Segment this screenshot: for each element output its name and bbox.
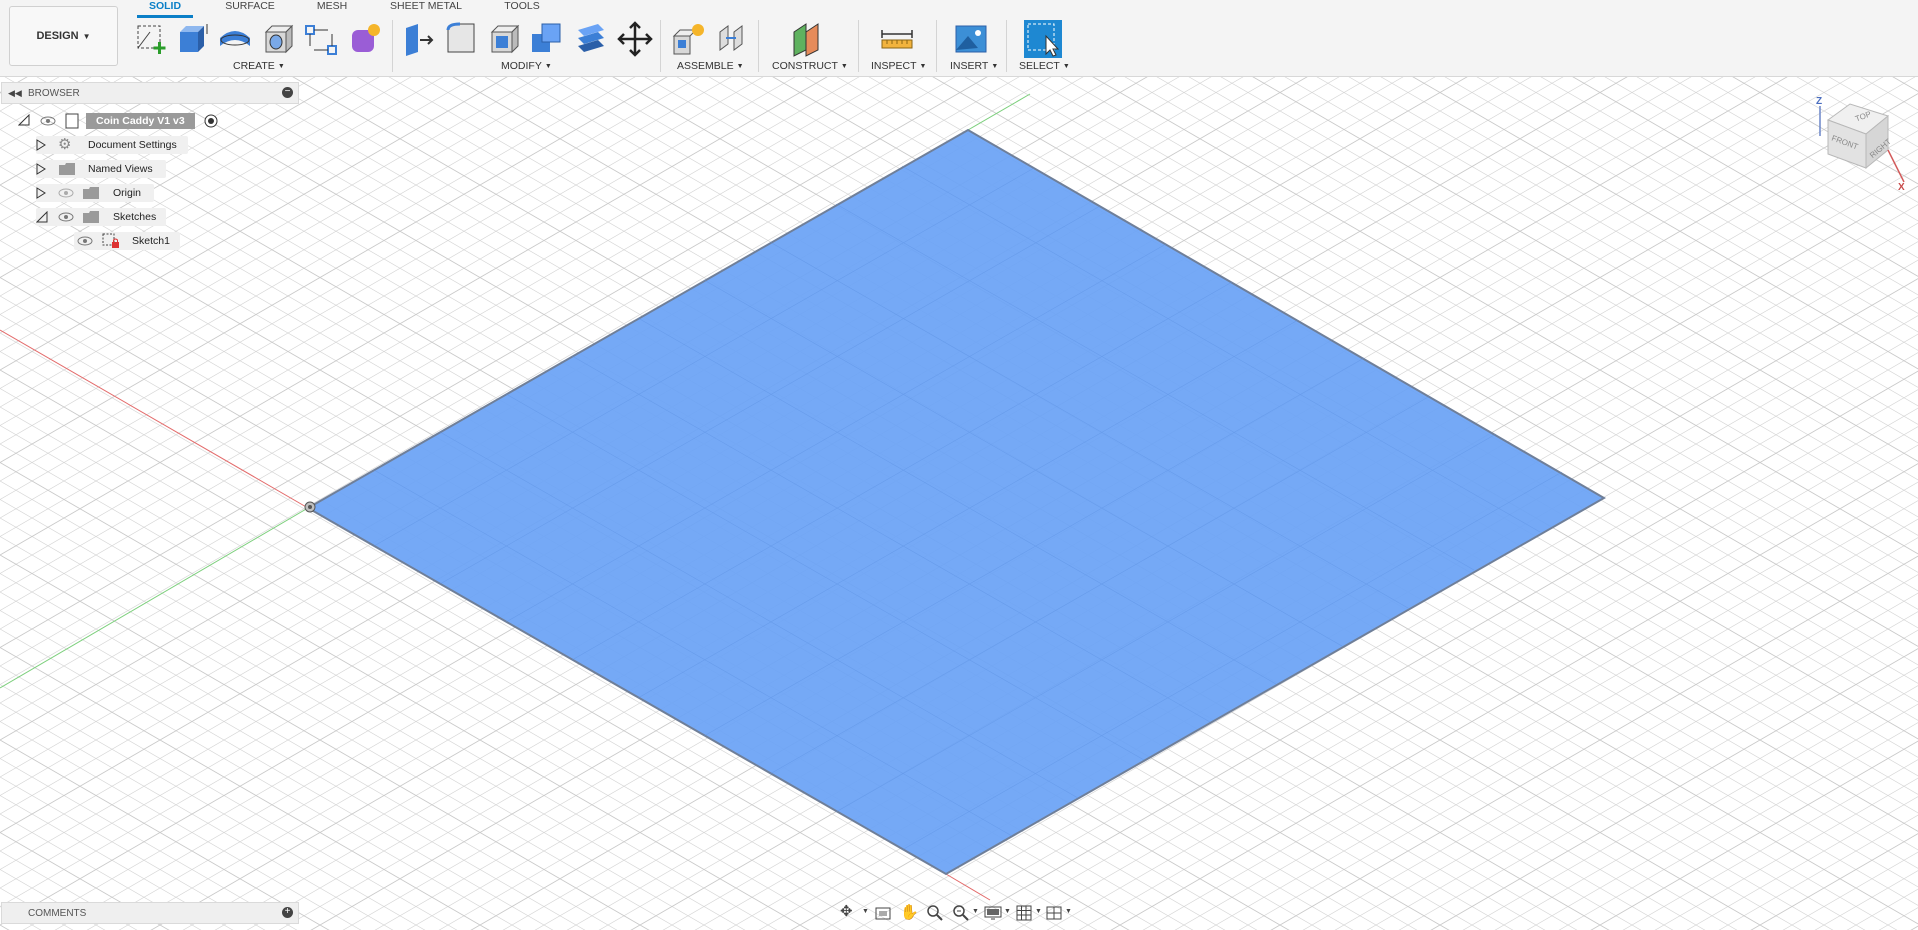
select-menu[interactable]: SELECT ▼ bbox=[1019, 60, 1070, 72]
expand-triangle-icon[interactable] bbox=[36, 163, 46, 178]
active-tab-indicator bbox=[137, 15, 193, 18]
chevron-down-icon[interactable]: ▼ bbox=[862, 908, 869, 915]
tree-item-label: Origin bbox=[113, 187, 142, 199]
axis-x-label: X bbox=[1898, 182, 1905, 193]
insert-menu[interactable]: INSERT ▼ bbox=[950, 60, 998, 72]
chevron-down-icon[interactable]: ▼ bbox=[1004, 908, 1011, 915]
measure-tool[interactable] bbox=[878, 20, 916, 58]
press-pull-tool[interactable] bbox=[400, 20, 438, 58]
minus-circle-icon[interactable]: − bbox=[282, 87, 293, 98]
select-tool[interactable] bbox=[1024, 20, 1062, 58]
origin-point[interactable] bbox=[304, 501, 316, 513]
workspace-design-button[interactable]: DESIGN ▼ bbox=[9, 6, 118, 66]
eye-icon[interactable] bbox=[40, 115, 56, 130]
grid-settings-icon[interactable] bbox=[1016, 905, 1032, 926]
create-menu[interactable]: CREATE ▼ bbox=[233, 60, 285, 72]
create-sketch-tool[interactable] bbox=[134, 20, 172, 58]
toolbar-separator bbox=[1006, 20, 1007, 72]
toolbar-separator bbox=[858, 20, 859, 72]
tab-sheet-metal[interactable]: SHEET METAL bbox=[388, 0, 464, 14]
construct-menu[interactable]: CONSTRUCT ▼ bbox=[772, 60, 848, 72]
browser-item-sketch1[interactable]: Sketch1 bbox=[0, 230, 300, 252]
eye-icon[interactable] bbox=[77, 235, 93, 250]
axis-z-label: Z bbox=[1816, 96, 1823, 107]
rectangular-pattern-tool[interactable] bbox=[302, 20, 340, 58]
browser-item-named-views[interactable]: Named Views bbox=[0, 158, 300, 180]
gear-icon: ⚙ bbox=[58, 136, 72, 153]
display-settings-icon[interactable] bbox=[984, 905, 1002, 926]
eye-icon[interactable] bbox=[58, 211, 74, 226]
tree-item-label: Document Settings bbox=[88, 139, 177, 151]
combine-tool[interactable] bbox=[528, 20, 566, 58]
chevron-down-icon[interactable]: ▼ bbox=[972, 908, 979, 915]
activate-radio-icon[interactable] bbox=[204, 114, 218, 131]
browser-item-document-settings[interactable]: ⚙ Document Settings bbox=[0, 134, 300, 156]
split-body-tool[interactable] bbox=[572, 20, 610, 58]
expand-triangle-icon[interactable] bbox=[36, 139, 46, 154]
move-copy-tool[interactable] bbox=[616, 20, 654, 58]
folder-icon bbox=[82, 186, 100, 203]
modify-menu[interactable]: MODIFY ▼ bbox=[501, 60, 552, 72]
new-component-tool[interactable] bbox=[670, 20, 708, 58]
joint-tool[interactable] bbox=[714, 20, 752, 58]
viewports-icon[interactable] bbox=[1046, 905, 1062, 926]
tree-item-label: Sketches bbox=[113, 211, 157, 223]
expand-triangle-icon[interactable] bbox=[17, 113, 30, 129]
offset-plane-tool[interactable] bbox=[788, 20, 826, 58]
zoom-icon[interactable] bbox=[926, 904, 944, 927]
tab-mesh[interactable]: MESH bbox=[310, 0, 354, 14]
document-icon bbox=[64, 113, 80, 132]
browser-panel-header[interactable]: ◀◀ BROWSER − bbox=[1, 82, 299, 104]
comments-panel-header[interactable]: COMMENTS + bbox=[1, 902, 299, 924]
collapse-panel-icon[interactable]: ◀◀ bbox=[8, 88, 22, 99]
view-cube[interactable]: TOP FRONT RIGHT Z X bbox=[1808, 96, 1908, 196]
inspect-menu[interactable]: INSPECT ▼ bbox=[871, 60, 926, 72]
browser-item-origin[interactable]: Origin bbox=[0, 182, 300, 204]
eye-hidden-icon[interactable] bbox=[58, 187, 74, 202]
navigation-bar: ✥ ▼ ✋ ▼ ▼ ▼ ▼ bbox=[838, 902, 1078, 924]
chevron-down-icon: ▼ bbox=[82, 31, 91, 41]
sketch-lock-icon bbox=[102, 232, 120, 253]
fillet-tool[interactable] bbox=[442, 20, 480, 58]
expand-triangle-icon[interactable] bbox=[36, 187, 46, 202]
root-label: Coin Caddy V1 v3 bbox=[86, 113, 195, 129]
zoom-window-icon[interactable] bbox=[952, 904, 970, 927]
insert-image-tool[interactable] bbox=[952, 20, 990, 58]
look-at-icon[interactable] bbox=[874, 905, 892, 926]
comments-title: COMMENTS bbox=[28, 908, 87, 919]
toolbar: DESIGN ▼ SOLID SURFACE MESH SHEET METAL T… bbox=[0, 0, 1918, 77]
toolbar-separator bbox=[758, 20, 759, 72]
browser-root-item[interactable]: Coin Caddy V1 v3 bbox=[0, 110, 300, 132]
tree-item-label: Named Views bbox=[88, 163, 153, 175]
browser-item-sketches[interactable]: Sketches bbox=[0, 206, 300, 228]
tab-tools[interactable]: TOOLS bbox=[500, 0, 544, 14]
create-form-tool[interactable] bbox=[346, 20, 384, 58]
folder-icon bbox=[82, 210, 100, 227]
folder-icon bbox=[58, 162, 76, 179]
hole-tool[interactable] bbox=[260, 20, 298, 58]
tab-surface[interactable]: SURFACE bbox=[222, 0, 278, 14]
toolbar-separator bbox=[392, 20, 393, 72]
tree-item-label: Sketch1 bbox=[132, 235, 170, 247]
toolbar-separator bbox=[936, 20, 937, 72]
collapse-triangle-icon[interactable] bbox=[35, 210, 48, 226]
pan-hand-icon[interactable]: ✋ bbox=[900, 903, 919, 921]
shell-tool[interactable] bbox=[486, 20, 524, 58]
chevron-down-icon[interactable]: ▼ bbox=[1065, 908, 1072, 915]
extrude-tool[interactable] bbox=[174, 20, 212, 58]
browser-title: BROWSER bbox=[28, 88, 80, 99]
revolve-tool[interactable] bbox=[216, 20, 254, 58]
chevron-down-icon[interactable]: ▼ bbox=[1035, 908, 1042, 915]
assemble-menu[interactable]: ASSEMBLE ▼ bbox=[677, 60, 744, 72]
orbit-icon[interactable]: ✥ bbox=[840, 904, 853, 920]
plus-circle-icon[interactable]: + bbox=[282, 907, 293, 918]
tab-solid[interactable]: SOLID bbox=[137, 0, 193, 14]
toolbar-separator bbox=[660, 20, 661, 72]
